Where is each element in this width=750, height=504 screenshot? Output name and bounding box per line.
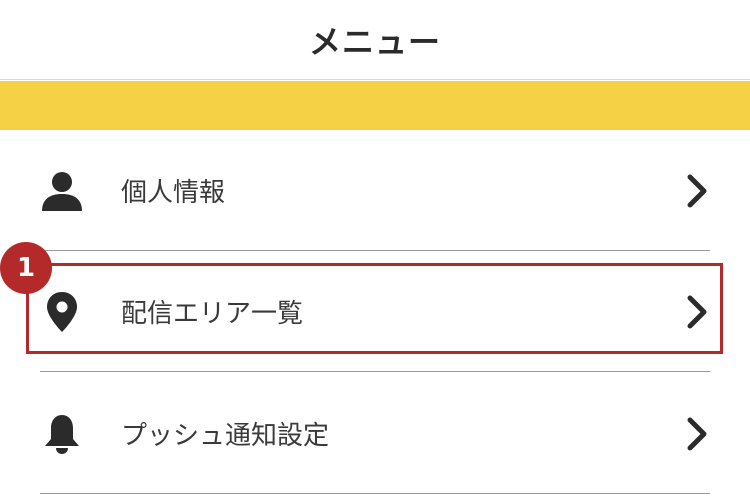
menu-item-label: 個人情報 [121,178,226,208]
step-number-badge: 1 [0,242,52,294]
menu-item-push-notifications[interactable]: プッシュ通知設定 [40,374,710,494]
yellow-banner [0,81,750,130]
chevron-right-icon [686,173,708,209]
header-bar: メニュー [0,0,750,80]
bell-icon [40,412,84,456]
menu-item-personal-info[interactable]: 個人情報 [40,131,710,251]
chevron-right-icon [686,416,708,452]
menu-item-label: プッシュ通知設定 [121,421,330,451]
highlight-box [26,263,723,354]
page-title: メニュー [308,22,441,61]
person-icon [40,169,84,213]
